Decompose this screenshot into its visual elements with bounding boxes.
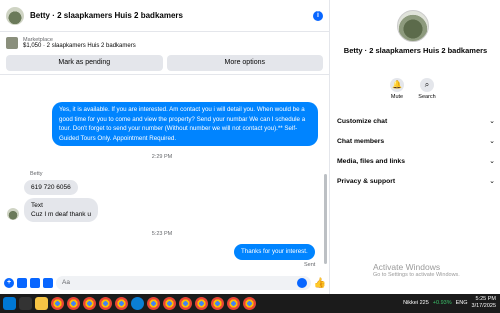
image-icon[interactable] <box>17 278 27 288</box>
chevron-down-icon: ⌄ <box>489 178 495 185</box>
bell-icon[interactable]: 🔔 <box>390 78 404 92</box>
chrome-icon[interactable] <box>163 297 176 310</box>
chrome-icon[interactable] <box>147 297 160 310</box>
sent-status: Sent <box>304 262 316 268</box>
section-label: Media, files and links <box>337 157 405 165</box>
like-icon[interactable]: 👍 <box>314 278 326 289</box>
stock-ticker[interactable]: Nikkei 225 <box>403 300 429 306</box>
profile-avatar[interactable] <box>397 10 429 42</box>
chevron-down-icon: ⌄ <box>489 118 495 125</box>
chrome-icon[interactable] <box>243 297 256 310</box>
chevron-down-icon: ⌄ <box>489 158 495 165</box>
listing-thumbnail[interactable] <box>6 37 18 49</box>
mute-action[interactable]: 🔔 Mute <box>385 78 409 100</box>
outgoing-message[interactable]: Thanks for your interest. <box>234 244 315 260</box>
chrome-icon[interactable] <box>195 297 208 310</box>
chrome-icon[interactable] <box>51 297 64 310</box>
taskbar: Nikkei 225 +0.93% ENG 5:25 PM 3/17/2025 <box>0 294 500 313</box>
section-label: Privacy & support <box>337 177 396 185</box>
plus-icon[interactable]: + <box>4 278 14 288</box>
edge-icon[interactable] <box>131 297 144 310</box>
search-icon[interactable]: ⌕ <box>420 78 434 92</box>
profile-name: Betty · 2 slaapkamers Huis 2 badkamers <box>343 46 488 55</box>
watermark-subtitle: Go to Settings to activate Windows. <box>373 272 460 278</box>
clock-time: 5:25 PM <box>475 296 496 302</box>
timestamp: 5:23 PM <box>151 231 173 237</box>
chrome-icon[interactable] <box>99 297 112 310</box>
chat-title[interactable]: Betty · 2 slaapkamers Huis 2 badkamers <box>30 11 313 20</box>
system-tray: Nikkei 225 +0.93% ENG 5:25 PM 3/17/2025 <box>403 296 496 310</box>
windows-watermark: Activate Windows Go to Settings to activ… <box>373 262 460 278</box>
chat-header: Betty · 2 slaapkamers Huis 2 badkamers i <box>0 0 329 32</box>
chrome-icon[interactable] <box>227 297 240 310</box>
language-indicator[interactable]: ENG <box>456 300 468 306</box>
message-input[interactable]: Aa <box>56 276 311 290</box>
section-label: Customize chat <box>337 117 388 125</box>
incoming-message[interactable]: 619 720 6056 <box>24 180 78 195</box>
chrome-icon[interactable] <box>67 297 80 310</box>
section-media-files[interactable]: Media, files and links ⌄ <box>337 154 495 168</box>
mute-label: Mute <box>390 94 404 100</box>
message-list: Yes, it is available. If you are interes… <box>0 78 324 272</box>
conversation-details: Betty · 2 slaapkamers Huis 2 badkamers 🔔… <box>331 0 500 294</box>
chrome-icon[interactable] <box>83 297 96 310</box>
chrome-icon[interactable] <box>179 297 192 310</box>
scrollbar[interactable] <box>324 174 327 264</box>
section-privacy-support[interactable]: Privacy & support ⌄ <box>337 174 495 188</box>
info-icon[interactable]: i <box>313 10 323 21</box>
avatar[interactable] <box>6 6 24 25</box>
clock[interactable]: 5:25 PM 3/17/2025 <box>472 296 496 310</box>
folder-icon[interactable] <box>35 297 48 310</box>
chrome-icon[interactable] <box>115 297 128 310</box>
section-customize-chat[interactable]: Customize chat ⌄ <box>337 114 495 128</box>
section-label: Chat members <box>337 137 385 145</box>
chrome-icon[interactable] <box>211 297 224 310</box>
listing-title[interactable]: $1,050 · 2 slaapkamers Huis 2 badkamers <box>23 43 136 49</box>
incoming-message[interactable]: Text Cuz I m deaf thank u <box>24 198 98 222</box>
sender-avatar[interactable] <box>7 208 19 220</box>
composer: + Aa 👍 <box>0 272 330 294</box>
emoji-icon[interactable] <box>296 278 307 288</box>
section-chat-members[interactable]: Chat members ⌄ <box>337 134 495 148</box>
chat-panel: Betty · 2 slaapkamers Huis 2 badkamers i… <box>0 0 330 294</box>
start-icon[interactable] <box>3 297 16 310</box>
message-placeholder: Aa <box>62 279 70 286</box>
clock-date: 3/17/2025 <box>471 303 496 309</box>
sticker-icon[interactable] <box>30 278 40 288</box>
search-label: Search <box>418 94 436 100</box>
timestamp: 2:29 PM <box>151 154 173 160</box>
watermark-title: Activate Windows <box>373 262 441 272</box>
search-taskbar-icon[interactable] <box>19 297 32 310</box>
mark-pending-button[interactable]: Mark as pending <box>6 55 163 71</box>
sender-name: Betty <box>30 171 43 177</box>
stock-change: +0.93% <box>432 300 452 306</box>
search-action[interactable]: ⌕ Search <box>415 78 439 100</box>
marketplace-banner: Marketplace $1,050 · 2 slaapkamers Huis … <box>0 32 329 75</box>
gif-icon[interactable] <box>43 278 53 288</box>
more-options-button[interactable]: More options <box>166 55 323 71</box>
outgoing-message[interactable]: Yes, it is available. If you are interes… <box>52 102 318 146</box>
chevron-down-icon: ⌄ <box>489 138 495 145</box>
